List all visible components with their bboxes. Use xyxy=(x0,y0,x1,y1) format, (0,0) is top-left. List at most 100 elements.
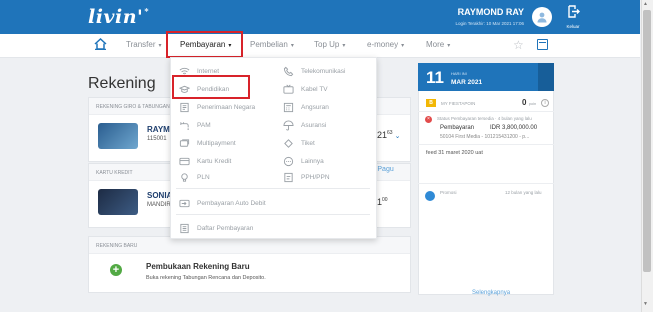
menu-item-kabel-tv[interactable]: Kabel TV xyxy=(283,83,328,95)
account-balance: 2163 ⌄ xyxy=(377,130,400,140)
account-number: 115001 xyxy=(147,136,167,142)
points-unit: poin xyxy=(528,101,537,106)
alert-icon: × xyxy=(425,116,432,123)
tax-document-icon xyxy=(284,172,293,182)
feed-text[interactable]: feed 31 maret 2020 uat xyxy=(426,150,483,156)
debit-card-image xyxy=(98,123,138,149)
menu-item-auto-debit[interactable]: Pembayaran Auto Debit xyxy=(179,197,266,209)
fiestapoin-label: MY FIESTAPOIN xyxy=(441,101,476,106)
notif-meta: Status Pembayaran tersedia · 4 bulan yan… xyxy=(437,116,532,121)
section-header-baru: REKENING BARU xyxy=(89,237,410,254)
nav-more[interactable]: More ▾ xyxy=(426,40,450,49)
see-more-link[interactable]: Selengkapnya xyxy=(472,290,510,296)
lightbulb-icon xyxy=(181,172,188,182)
menu-item-asuransi[interactable]: Asuransi xyxy=(283,119,326,131)
info-icon[interactable]: i xyxy=(541,99,549,107)
new-account-subtitle: Buka rekening Tabungan Rencana dan Depos… xyxy=(146,275,266,281)
auto-debit-icon xyxy=(179,199,190,207)
nav-topup[interactable]: Top Up ▾ xyxy=(314,40,345,49)
nav-emoney[interactable]: e-money ▾ xyxy=(367,40,404,49)
home-icon[interactable] xyxy=(94,38,107,50)
menu-item-label: Asuransi xyxy=(301,121,327,129)
menu-item-tiket[interactable]: Tiket xyxy=(283,137,315,149)
menu-item-label: Lainnya xyxy=(301,157,324,165)
menu-item-label: Angsuran xyxy=(301,103,329,111)
payment-list-icon xyxy=(180,223,189,233)
menu-separator xyxy=(176,214,370,215)
scroll-up-icon[interactable]: ▲ xyxy=(643,1,648,7)
calendar-icon[interactable] xyxy=(537,39,548,50)
credit-card-issuer: MANDIR xyxy=(147,202,171,208)
page-title: Rekening xyxy=(88,75,156,92)
multipayment-card-icon xyxy=(179,138,190,147)
menu-item-pph-ppn[interactable]: PPH/PPN xyxy=(283,171,330,183)
menu-item-kartu-kredit[interactable]: Kartu Kredit xyxy=(179,155,231,167)
menu-item-label: Multipayment xyxy=(197,139,236,147)
avatar[interactable] xyxy=(532,7,552,27)
nav-pembelian-label: Pembelian xyxy=(250,40,288,49)
nav-pembayaran-highlight xyxy=(166,31,243,58)
chevron-down-icon: ▾ xyxy=(342,43,346,49)
promo-time: 12 bulan yang lalu xyxy=(505,190,542,195)
menu-separator xyxy=(176,188,370,189)
menu-item-label: Telekomunikasi xyxy=(301,67,346,75)
credit-card-icon xyxy=(179,157,190,165)
phone-icon xyxy=(283,66,294,76)
menu-item-label: Kartu Kredit xyxy=(197,157,232,165)
nav-pembelian[interactable]: Pembelian ▾ xyxy=(250,40,294,49)
menu-item-lainnya[interactable]: Lainnya xyxy=(283,155,324,167)
credit-card-name: SONIA xyxy=(147,191,173,200)
balance-value: 21 xyxy=(377,130,388,140)
fiestapoin-badge: B xyxy=(426,99,436,107)
scroll-down-icon[interactable]: ▼ xyxy=(643,301,648,307)
logout-icon xyxy=(567,5,580,18)
government-document-icon xyxy=(180,102,189,112)
nav-more-label: More xyxy=(426,40,445,49)
chevron-down-icon: ▾ xyxy=(401,43,405,49)
menu-item-label: PAM xyxy=(197,121,211,129)
notif-detail: 50104 First Media - 101215431200 - p... xyxy=(440,134,530,140)
menu-item-label: PLN xyxy=(197,173,210,181)
menu-item-daftar-pembayaran[interactable]: Daftar Pembayaran xyxy=(179,222,253,234)
credit-card-image xyxy=(98,189,138,215)
logout-label: Keluar xyxy=(566,24,580,29)
promo-icon xyxy=(425,191,435,201)
nav-transfer-label: Transfer xyxy=(126,40,156,49)
chevron-down-icon: ▾ xyxy=(447,43,451,49)
fiestapoin-value: 0 poin xyxy=(522,98,536,107)
date-month: MAR 2021 xyxy=(451,79,483,86)
last-login: Login Terakhir: 10 Mar 2021 17:06 xyxy=(455,21,524,26)
logout-button[interactable]: Keluar xyxy=(563,5,583,29)
credit-balance: 100 xyxy=(377,197,388,207)
favorite-star-icon[interactable]: ☆ xyxy=(513,38,524,52)
menu-item-pln[interactable]: PLN xyxy=(179,171,210,183)
scrollbar-thumb[interactable] xyxy=(643,10,651,272)
menu-item-label: Kabel TV xyxy=(301,85,328,93)
livin-logo[interactable]: livin'* xyxy=(88,6,149,28)
chevron-down-icon: ▾ xyxy=(158,43,162,49)
logo-text: livin' xyxy=(88,6,144,28)
today-label: HARI INI xyxy=(451,71,467,76)
expand-chevron-icon[interactable]: ⌄ xyxy=(395,133,401,140)
menu-item-pam[interactable]: PAM xyxy=(179,119,211,131)
umbrella-icon xyxy=(283,120,294,131)
menu-item-angsuran[interactable]: Angsuran xyxy=(283,101,329,113)
menu-item-penerimaan-negara[interactable]: Penerimaan Negara xyxy=(179,101,255,113)
menu-item-telekomunikasi[interactable]: Telekomunikasi xyxy=(283,65,345,77)
nav-topup-label: Top Up xyxy=(314,40,340,49)
page: livin'* RAYMOND RAY Login Terakhir: 10 M… xyxy=(0,0,653,312)
new-account-title[interactable]: Pembukaan Rekening Baru xyxy=(146,262,250,271)
ticket-icon xyxy=(284,138,293,148)
more-dots-icon xyxy=(283,156,294,166)
logo-mark: * xyxy=(144,6,150,16)
promo-label[interactable]: Promosi xyxy=(440,190,457,195)
date-arrow[interactable] xyxy=(538,63,554,91)
add-icon[interactable]: + xyxy=(110,264,122,276)
notif-title[interactable]: Pembayaran xyxy=(440,125,474,131)
nav-transfer[interactable]: Transfer ▾ xyxy=(126,40,162,49)
notif-amount: IDR 3,800,000.00 xyxy=(490,125,538,131)
menu-item-multipayment[interactable]: Multipayment xyxy=(179,137,236,149)
menu-item-label: PPH/PPN xyxy=(301,173,330,181)
balance-decimal: 63 xyxy=(387,130,393,136)
menu-item-label: Daftar Pembayaran xyxy=(197,224,254,232)
